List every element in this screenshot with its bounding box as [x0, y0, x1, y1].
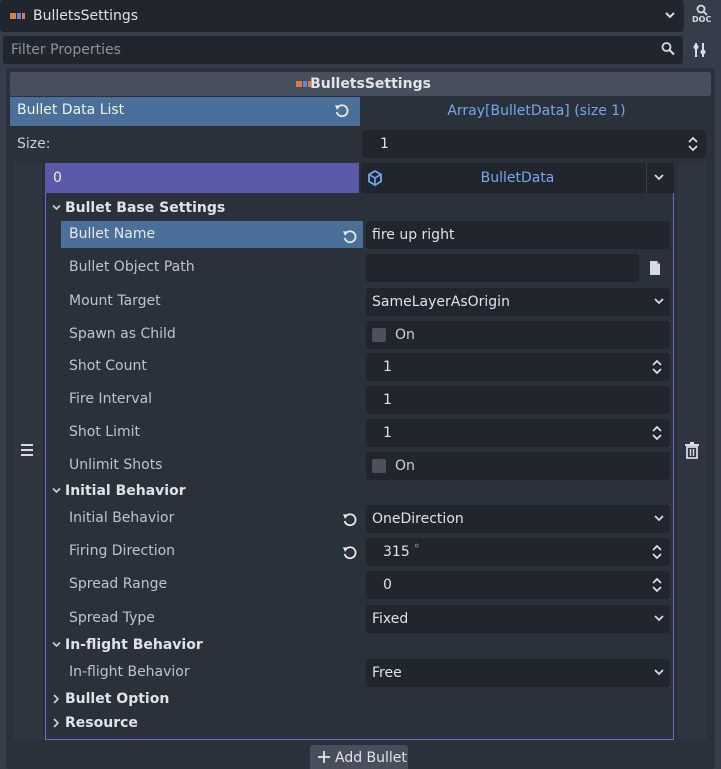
size-value: 1 [380, 136, 389, 152]
in-flight-behavior-dropdown[interactable]: Free [366, 659, 670, 687]
spinner-icon[interactable] [652, 425, 662, 441]
chevron-down-icon [654, 174, 664, 181]
add-bullet-button[interactable]: Add Bullet [310, 745, 408, 769]
revert-icon[interactable] [342, 545, 358, 561]
doc-label: DOC [692, 15, 712, 24]
spread-type-dropdown[interactable]: Fixed [366, 605, 670, 633]
checkbox-text: On [395, 458, 415, 474]
spinner-icon[interactable] [688, 136, 698, 152]
add-bullet-label: Add Bullet [335, 750, 407, 766]
section-title: Initial Behavior [65, 483, 186, 499]
chevron-down-icon [654, 515, 664, 522]
firing-direction-value: 315 ° [383, 542, 420, 562]
unlimit-shots-checkbox[interactable]: On [366, 452, 670, 480]
bullet-data-list-property[interactable]: Bullet Data List [10, 97, 360, 126]
checkbox-box[interactable] [372, 328, 386, 342]
fire-interval-input[interactable]: 1 [366, 386, 670, 414]
section-title: Bullet Option [65, 691, 170, 707]
tools-icon[interactable] [688, 38, 714, 62]
fire-interval-value: 1 [383, 392, 392, 408]
size-spinbox[interactable]: 1 [362, 130, 706, 158]
resource-selector[interactable]: BulletsSettings [0, 0, 684, 32]
shot-count-spinbox[interactable]: 1 [366, 353, 670, 381]
spread-type-value: Fixed [372, 611, 409, 627]
spawn-as-child-checkbox[interactable]: On [366, 321, 670, 349]
initial-behavior-dropdown[interactable]: OneDirection [366, 505, 670, 533]
object-header: BulletsSettings [10, 72, 711, 96]
spread-range-value: 0 [383, 577, 392, 593]
section-title: In-flight Behavior [65, 637, 203, 653]
plus-icon [318, 751, 330, 763]
mount-target-value: SameLayerAsOrigin [372, 294, 510, 310]
degree-unit: ° [413, 542, 420, 556]
bullet-name-input[interactable]: fire up right [366, 221, 670, 249]
in-flight-behavior-value: Free [372, 665, 402, 681]
fire-interval-label: Fire Interval [69, 391, 153, 407]
element-index: 0 [45, 163, 359, 193]
resource-icon [10, 13, 25, 19]
element-type: BulletData [480, 170, 555, 186]
shot-limit-value: 1 [383, 425, 392, 441]
shot-count-value: 1 [383, 359, 392, 375]
file-icon[interactable] [648, 260, 662, 276]
resource-menu-button[interactable] [646, 163, 674, 193]
checkbox-text: On [395, 327, 415, 343]
mount-target-label: Mount Target [69, 293, 161, 309]
doc-button[interactable]: DOC [686, 0, 721, 32]
filter-placeholder: Filter Properties [11, 42, 121, 58]
chevron-down-icon [654, 615, 664, 622]
object-title: BulletsSettings [310, 76, 431, 92]
spread-range-spinbox[interactable]: 0 [366, 571, 670, 599]
filter-properties-input[interactable]: Filter Properties [3, 36, 683, 64]
chevron-right-icon [53, 718, 60, 728]
checkbox-box[interactable] [372, 459, 386, 473]
mount-target-dropdown[interactable]: SameLayerAsOrigin [366, 288, 670, 316]
drag-handle-icon[interactable] [18, 440, 36, 460]
section-title: Resource [65, 715, 138, 731]
unlimit-shots-label: Unlimit Shots [69, 457, 163, 473]
revert-icon[interactable] [334, 103, 350, 119]
element-resource-picker[interactable]: BulletData [361, 163, 674, 193]
chevron-down-icon [654, 298, 664, 305]
in-flight-behavior-label: In-flight Behavior [69, 664, 190, 680]
spread-type-label: Spread Type [69, 610, 155, 626]
shot-count-label: Shot Count [69, 358, 147, 374]
spinner-icon[interactable] [652, 544, 662, 560]
bullet-data-list-label: Bullet Data List [17, 102, 125, 118]
search-icon [661, 42, 675, 56]
revert-icon[interactable] [342, 512, 358, 528]
spinner-icon[interactable] [652, 359, 662, 375]
spread-range-label: Spread Range [69, 576, 168, 592]
array-summary: Array[BulletData] (size 1) [447, 103, 626, 119]
bullet-name-value: fire up right [372, 227, 455, 243]
element-index-label: 0 [53, 170, 62, 186]
shot-limit-label: Shot Limit [69, 424, 140, 440]
chevron-down-icon[interactable] [664, 6, 676, 26]
bullet-object-path-input[interactable] [366, 254, 639, 282]
bullet-name-label: Bullet Name [69, 226, 156, 242]
chevron-down-icon [52, 487, 61, 494]
chevron-down-icon [52, 204, 61, 211]
size-label: Size: [17, 136, 51, 152]
array-editor-button[interactable]: Array[BulletData] (size 1) [362, 97, 711, 126]
firing-direction-label: Firing Direction [69, 543, 176, 559]
revert-icon[interactable] [342, 229, 358, 245]
spawn-as-child-label: Spawn as Child [69, 326, 176, 342]
spinner-icon[interactable] [652, 577, 662, 593]
shot-limit-spinbox[interactable]: 1 [366, 419, 670, 447]
bullet-object-path-label: Bullet Object Path [69, 259, 195, 275]
initial-behavior-label: Initial Behavior [69, 510, 175, 526]
chevron-down-icon [654, 669, 664, 676]
firing-direction-number: 315 [383, 544, 410, 560]
chevron-right-icon [53, 694, 60, 704]
initial-behavior-value: OneDirection [372, 511, 464, 527]
section-title: Bullet Base Settings [65, 200, 226, 216]
firing-direction-spinbox[interactable]: 315 ° [366, 538, 670, 566]
chevron-down-icon [52, 641, 61, 648]
resource-title: BulletsSettings [33, 8, 139, 24]
trash-icon[interactable] [683, 441, 701, 461]
